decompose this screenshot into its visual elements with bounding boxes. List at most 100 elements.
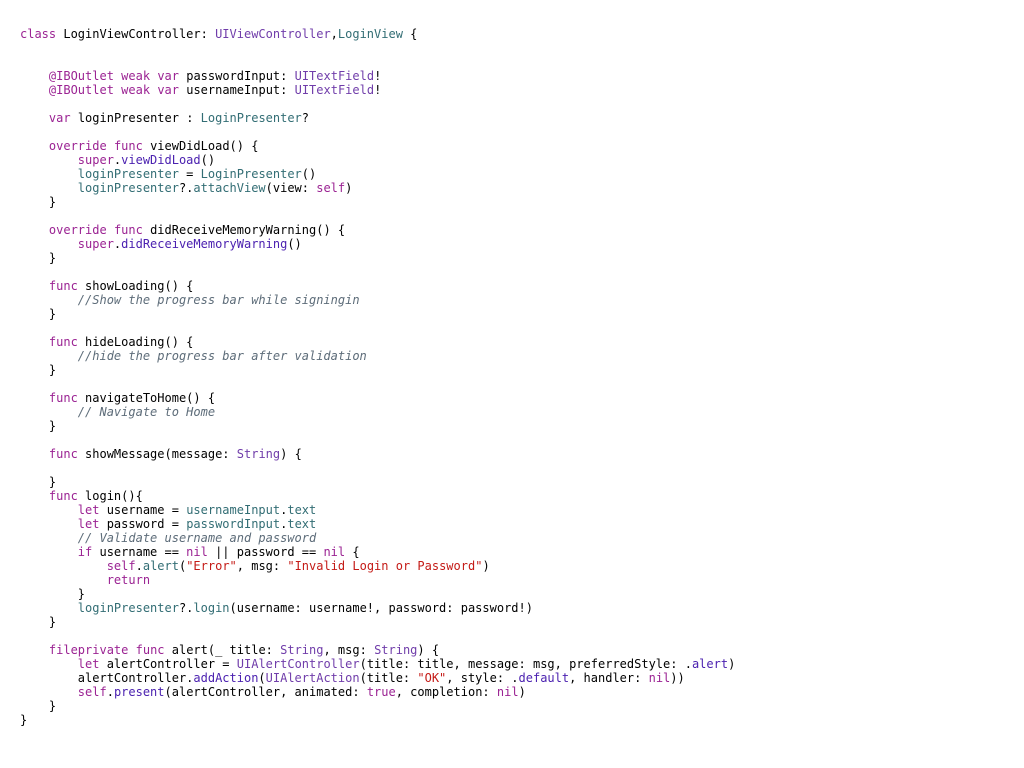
plain-token: didReceiveMemoryWarning() { xyxy=(142,223,346,237)
code-line: self.alert("Error", msg: "Invalid Login … xyxy=(20,559,735,573)
keyword-token: func xyxy=(113,223,143,237)
type-token: UIAlertAction xyxy=(265,671,360,685)
plain-token: ) xyxy=(482,559,490,573)
plain-token: ?. xyxy=(178,601,194,615)
plain-token: username == xyxy=(92,545,187,559)
plain-token: ! xyxy=(374,69,382,83)
plain-token: login(){ xyxy=(77,489,143,503)
code-line: } xyxy=(20,251,735,265)
method-call-token: viewDidLoad xyxy=(121,153,201,167)
plain-token: passwordInput: xyxy=(179,69,295,83)
plain-token: ( xyxy=(258,671,266,685)
code-line: return xyxy=(20,573,735,587)
plain-token: } xyxy=(20,587,86,601)
code-line: class LoginViewController: UIViewControl… xyxy=(20,27,735,41)
keyword-token: self xyxy=(106,559,136,573)
keyword-token: self xyxy=(316,181,346,195)
keyword-token: super xyxy=(77,237,114,251)
code-line: func hideLoading() { xyxy=(20,335,735,349)
plain-token: showMessage(message: xyxy=(77,447,237,461)
type-token: String xyxy=(374,643,418,657)
attribute-token: @IBOutlet xyxy=(48,83,114,97)
method-call-token: didReceiveMemoryWarning xyxy=(121,237,288,251)
identifier-token: loginPresenter xyxy=(77,181,179,195)
code-line: override func didReceiveMemoryWarning() … xyxy=(20,223,735,237)
keyword-token: self xyxy=(77,685,107,699)
string-literal-token: "Invalid Login or Password" xyxy=(287,559,483,573)
type-token: UITextField xyxy=(294,69,375,83)
comment-token: // Navigate to Home xyxy=(77,405,216,419)
method-call-token: present xyxy=(113,685,165,699)
plain-token: navigateToHome() { xyxy=(77,391,216,405)
keyword-token: func xyxy=(48,335,78,349)
identifier-token: loginPresenter xyxy=(77,167,179,181)
plain-token: || password == xyxy=(207,545,324,559)
plain-token: hideLoading() { xyxy=(77,335,194,349)
type-token: String xyxy=(236,447,281,461)
code-line: } xyxy=(20,307,735,321)
code-line: // Navigate to Home xyxy=(20,405,735,419)
plain-token: , xyxy=(330,27,338,41)
plain-token: alert(_ title: xyxy=(164,643,281,657)
keyword-token: if xyxy=(77,545,93,559)
code-line: } xyxy=(20,713,735,727)
code-line: //Show the progress bar while signingin xyxy=(20,293,735,307)
plain-token: , completion: xyxy=(395,685,497,699)
plain-token: () xyxy=(287,237,302,251)
identifier-token: LoginView xyxy=(337,27,403,41)
plain-token: } xyxy=(20,713,28,727)
code-line: func navigateToHome() { xyxy=(20,391,735,405)
keyword-token: let xyxy=(77,517,100,531)
keyword-token: return xyxy=(106,573,151,587)
keyword-token: class xyxy=(20,27,57,41)
plain-token: , msg: xyxy=(323,643,375,657)
plain-token: (title: title, message: msg, preferredSt… xyxy=(359,657,692,671)
type-token: UIViewController xyxy=(215,27,331,41)
code-editor: class LoginViewController: UIViewControl… xyxy=(20,27,735,727)
code-line: loginPresenter?.attachView(view: self) xyxy=(20,181,735,195)
code-line: } xyxy=(20,195,735,209)
code-line: } xyxy=(20,699,735,713)
plain-token: usernameInput: xyxy=(179,83,295,97)
keyword-token: override xyxy=(48,139,107,153)
keyword-token: nil xyxy=(496,685,519,699)
plain-token: } xyxy=(20,307,57,321)
plain-token: } xyxy=(20,475,57,489)
plain-token: (view: xyxy=(265,181,317,195)
plain-token: ?. xyxy=(178,181,194,195)
plain-token: , msg: xyxy=(236,559,288,573)
plain-token: loginPresenter : xyxy=(70,111,201,125)
code-line: // Validate username and password xyxy=(20,531,735,545)
code-line: let username = usernameInput.text xyxy=(20,503,735,517)
identifier-token: loginPresenter xyxy=(77,601,179,615)
code-line: @IBOutlet weak var passwordInput: UIText… xyxy=(20,69,735,83)
code-line: let alertController = UIAlertController(… xyxy=(20,657,736,671)
code-line: alertController.addAction(UIAlertAction(… xyxy=(20,671,735,685)
plain-token: = xyxy=(178,167,201,181)
code-line: } xyxy=(20,475,735,489)
